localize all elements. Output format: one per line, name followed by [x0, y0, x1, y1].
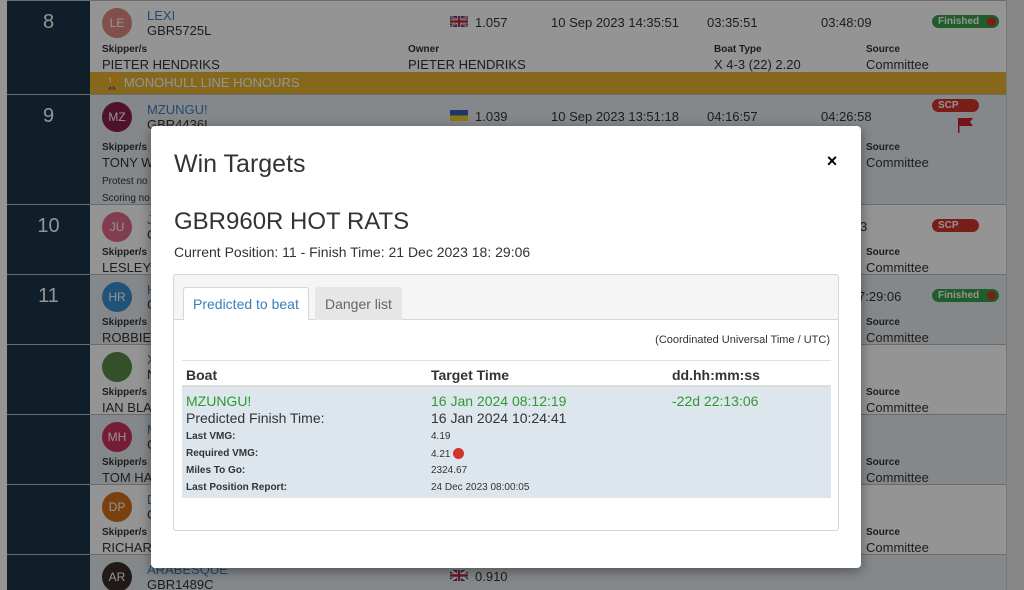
- timezone-note: (Coordinated Universal Time / UTC): [655, 334, 830, 346]
- column-header-target-time: Target Time: [431, 367, 510, 383]
- tab-panel: Predicted to beat Danger list (Coordinat…: [173, 274, 839, 531]
- time-delta: -22d 22:13:06: [672, 393, 759, 409]
- required-vmg-value: 4.21: [431, 449, 451, 460]
- required-vmg-label: Required VMG:: [186, 448, 259, 459]
- last-position-report-label: Last Position Report:: [186, 482, 288, 493]
- predicted-finish-label: Predicted Finish Time:: [186, 410, 325, 426]
- target-time: 16 Jan 2024 08:12:19: [431, 393, 567, 409]
- boat-heading: GBR960R HOT RATS: [174, 208, 410, 235]
- targets-table: Boat Target Time dd.hh:mm:ss MZUNGU! 16 …: [182, 360, 831, 498]
- close-button[interactable]: ×: [823, 152, 841, 170]
- miles-to-go-value: 2324.67: [431, 465, 468, 476]
- red-dot-icon: [453, 448, 465, 459]
- column-header-delta: dd.hh:mm:ss: [672, 367, 760, 383]
- table-row: MZUNGU! 16 Jan 2024 08:12:19 -22d 22:13:…: [182, 387, 831, 498]
- tab-predicted-to-beat[interactable]: Predicted to beat: [183, 287, 309, 321]
- predicted-finish-value: 16 Jan 2024 10:24:41: [431, 410, 567, 426]
- tab-bar: Predicted to beat Danger list: [174, 275, 838, 321]
- modal-title: Win Targets: [174, 150, 306, 178]
- position-subline: Current Position: 11 - Finish Time: 21 D…: [174, 244, 531, 260]
- last-vmg-label: Last VMG:: [186, 431, 236, 442]
- last-position-report-value: 24 Dec 2023 08:00:05: [431, 482, 530, 493]
- tab-content: (Coordinated Universal Time / UTC) Boat …: [174, 320, 838, 530]
- column-header-boat: Boat: [186, 367, 218, 383]
- win-targets-modal: Win Targets × GBR960R HOT RATS Current P…: [151, 126, 861, 568]
- table-header: Boat Target Time dd.hh:mm:ss: [182, 360, 831, 387]
- miles-to-go-label: Miles To Go:: [186, 465, 246, 476]
- last-vmg-value: 4.19: [431, 431, 451, 442]
- tab-danger-list[interactable]: Danger list: [315, 287, 402, 320]
- required-vmg-cell: 4.21: [431, 448, 465, 460]
- boat-name: MZUNGU!: [186, 393, 252, 409]
